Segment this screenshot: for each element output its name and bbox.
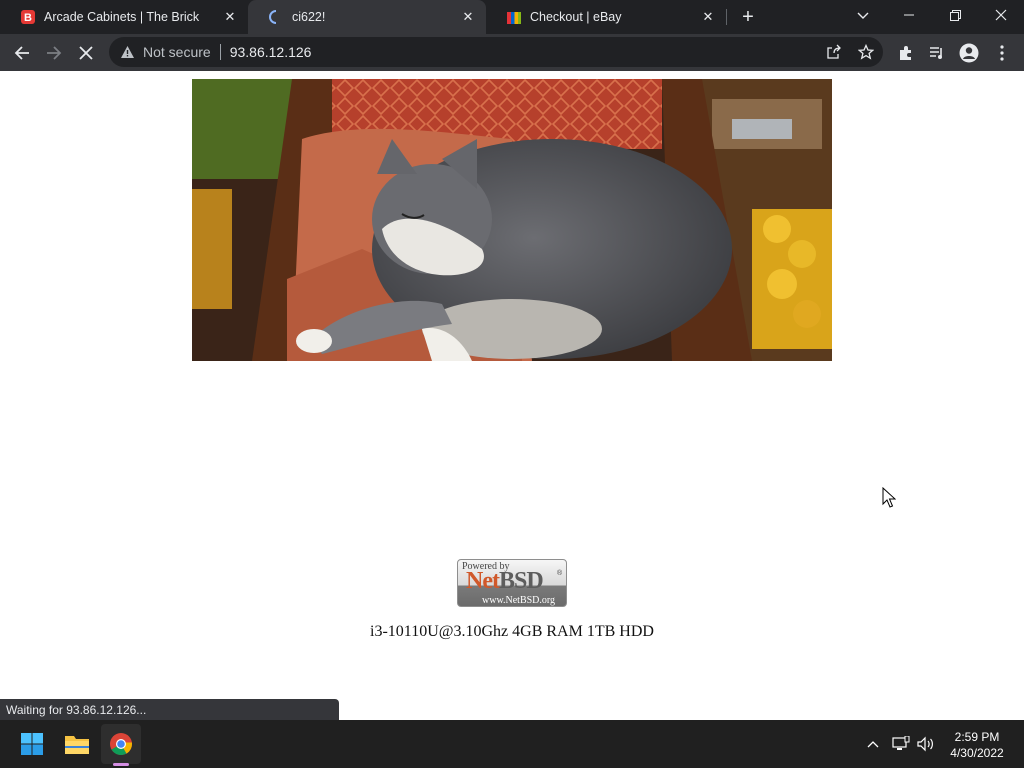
clock-time: 2:59 PM	[954, 730, 1000, 744]
media-queue-icon[interactable]	[923, 39, 951, 67]
brick-favicon-icon: B	[20, 9, 36, 25]
close-tab-icon[interactable]: ✕	[222, 9, 238, 25]
divider	[219, 44, 221, 60]
windows-taskbar: 2:59 PM 4/30/2022	[0, 720, 1024, 768]
mouse-cursor-icon	[882, 487, 896, 508]
tab-title: Arcade Cabinets | The Brick	[44, 10, 200, 24]
active-app-indicator	[113, 763, 129, 766]
close-tab-icon[interactable]: ✕	[700, 9, 716, 25]
logo-bsd: BSD	[498, 568, 544, 594]
start-windows-icon[interactable]	[12, 724, 52, 764]
registered-mark: ®	[557, 570, 563, 577]
url-text[interactable]: 93.86.12.126	[230, 44, 312, 60]
file-explorer-folder-icon[interactable]	[57, 724, 97, 764]
share-icon[interactable]	[822, 40, 846, 64]
svg-text:B: B	[24, 12, 32, 24]
logo-net: Net	[466, 568, 500, 594]
warning-triangle-icon[interactable]	[119, 44, 135, 60]
close-window-button[interactable]	[978, 0, 1024, 30]
not-secure-label[interactable]: Not secure	[143, 44, 211, 60]
tab-separator	[726, 9, 727, 25]
netbsd-powered-badge[interactable]: Powered by NetBSD ® www.NetBSD.org	[457, 559, 567, 607]
network-icon[interactable]	[891, 734, 911, 754]
bookmark-star-icon[interactable]	[854, 40, 878, 64]
tab-title: Checkout | eBay	[530, 10, 622, 24]
show-hidden-icons-chevron-up-icon[interactable]	[863, 734, 883, 754]
tab-strip: B Arcade Cabinets | The Brick ✕ ci622! ✕…	[0, 0, 1024, 34]
extensions-puzzle-icon[interactable]	[892, 39, 920, 67]
ebay-favicon-icon	[506, 9, 522, 25]
loading-status-bubble: Waiting for 93.86.12.126...	[0, 699, 339, 720]
stop-loading-button[interactable]	[72, 39, 100, 67]
menu-kebab-icon[interactable]	[988, 39, 1016, 67]
clock-date: 4/30/2022	[950, 746, 1004, 760]
system-clock[interactable]: 2:59 PM 4/30/2022	[940, 729, 1014, 761]
tab-ci622[interactable]: ci622! ✕	[248, 0, 486, 34]
tab-title: ci622!	[292, 10, 326, 24]
tab-arcade-cabinets[interactable]: B Arcade Cabinets | The Brick ✕	[0, 0, 248, 34]
restore-button[interactable]	[932, 0, 978, 30]
loading-spinner-icon	[268, 9, 284, 25]
new-tab-button[interactable]: +	[736, 5, 760, 29]
volume-speaker-icon[interactable]	[916, 734, 936, 754]
chrome-taskbar-icon[interactable]	[101, 724, 141, 764]
hardware-specs-text: i3-10110U@3.10Ghz 4GB RAM 1TB HDD	[370, 623, 654, 640]
tab-search-chevron-down-icon[interactable]	[851, 4, 875, 28]
netbsd-logo: NetBSD	[466, 568, 544, 595]
browser-toolbar: Not secure 93.86.12.126	[0, 34, 1024, 71]
tab-ebay-checkout[interactable]: Checkout | eBay ✕	[486, 0, 726, 34]
netbsd-site-text: www.NetBSD.org	[482, 595, 556, 606]
address-bar[interactable]: Not secure 93.86.12.126	[109, 37, 883, 67]
cat-photo	[192, 79, 832, 361]
forward-button[interactable]	[40, 39, 68, 67]
profile-avatar-icon[interactable]	[955, 39, 983, 67]
page-content: Powered by NetBSD ® www.NetBSD.org i3-10…	[0, 71, 1024, 720]
minimize-button[interactable]	[886, 0, 932, 30]
close-tab-icon[interactable]: ✕	[460, 9, 476, 25]
back-button[interactable]	[8, 39, 36, 67]
